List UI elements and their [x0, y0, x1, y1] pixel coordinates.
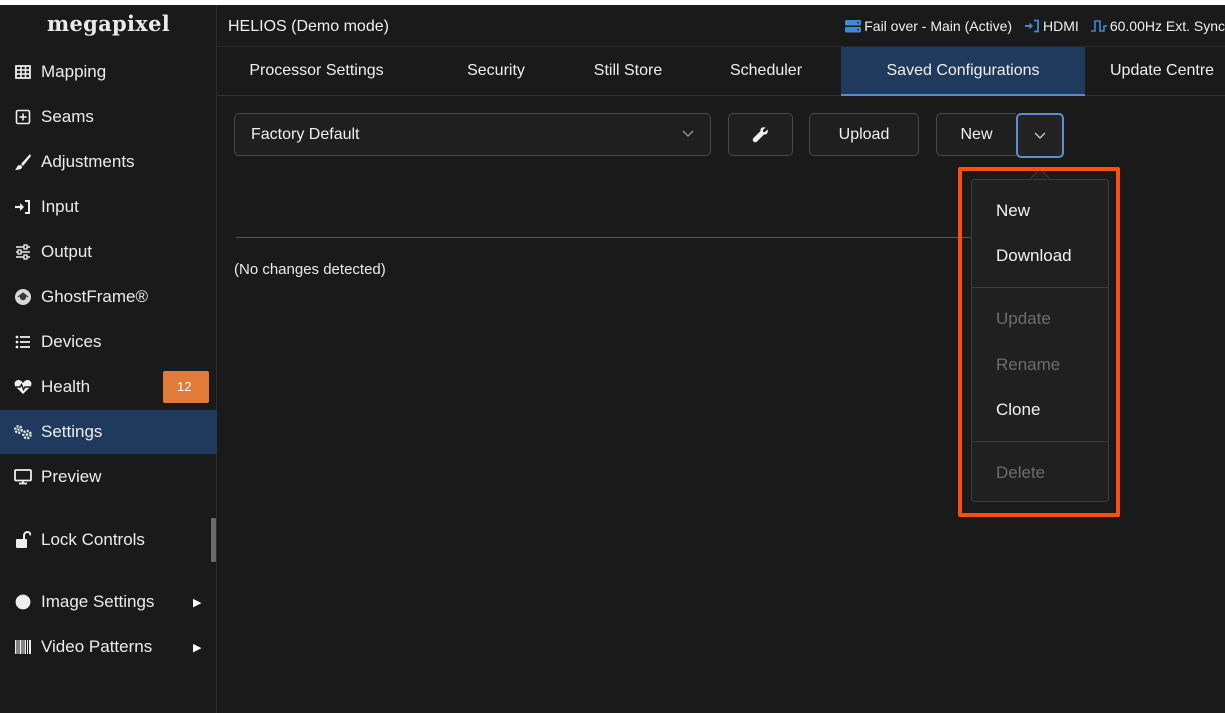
failover-status: Fail over - Main (Active) [864, 18, 1013, 34]
sidebar-item-label: Input [41, 197, 79, 216]
sidebar-item-label: Image Settings [41, 592, 155, 611]
new-dropdown-toggle[interactable] [1016, 113, 1064, 158]
sidebar-item-label: Lock Controls [41, 530, 145, 549]
configuration-select-value: Factory Default [251, 126, 360, 143]
sidebar-item-image-settings[interactable]: Image Settings ▶ [0, 580, 217, 624]
server-icon [845, 19, 862, 33]
sidebar-item-health[interactable]: Health 12 [0, 365, 217, 409]
contrast-icon [13, 592, 33, 612]
sidebar-item-lock-controls[interactable]: Lock Controls [0, 518, 217, 562]
tab-still-store[interactable]: Still Store [573, 47, 683, 96]
heartbeat-icon [13, 377, 33, 397]
wrench-icon [752, 114, 769, 155]
app-window: megapixel Mapping Seams Adjustments Inpu… [0, 5, 1225, 713]
sidebar-item-adjustments[interactable]: Adjustments [0, 140, 217, 184]
sidebar-scrollbar[interactable] [211, 518, 216, 562]
sidebar-item-label: Adjustments [41, 152, 135, 171]
tab-processor-settings[interactable]: Processor Settings [228, 47, 405, 96]
sliders-icon [13, 242, 33, 262]
sidebar-item-input[interactable]: Input [0, 185, 217, 229]
sidebar-item-preview[interactable]: Preview [0, 455, 217, 499]
grid-icon [13, 62, 33, 82]
health-badge: 12 [163, 371, 209, 403]
upload-button[interactable]: Upload [809, 113, 919, 156]
status-bar: Fail over - Main (Active) HDMI 60.00Hz E… [845, 18, 1225, 34]
cogs-icon [13, 422, 33, 442]
sync-status: 60.00Hz Ext. Sync [1109, 18, 1225, 34]
highlight-box [958, 167, 1120, 517]
sidebar-item-devices[interactable]: Devices [0, 320, 217, 364]
brush-icon [13, 152, 33, 172]
monitor-icon [13, 467, 33, 487]
caret-right-icon: ▶ [193, 641, 202, 654]
header: HELIOS (Demo mode) Fail over - Main (Act… [217, 5, 1225, 47]
tab-security[interactable]: Security [448, 47, 544, 96]
sidebar-item-label: GhostFrame® [41, 287, 148, 306]
configuration-select[interactable]: Factory Default [234, 113, 711, 156]
sidebar-item-ghostframe[interactable]: GhostFrame® [0, 275, 217, 319]
tab-saved-configurations[interactable]: Saved Configurations [841, 47, 1085, 96]
divider [236, 237, 996, 238]
caret-right-icon: ▶ [193, 596, 202, 609]
sidebar-item-settings[interactable]: Settings [0, 410, 217, 454]
sidebar-item-label: Settings [41, 422, 103, 441]
sign-in-icon [13, 197, 33, 217]
changes-status-text: (No changes detected) [234, 261, 386, 278]
unlock-icon [13, 530, 33, 550]
sidebar-item-mapping[interactable]: Mapping [0, 50, 217, 94]
sidebar: megapixel Mapping Seams Adjustments Inpu… [0, 5, 217, 713]
new-button[interactable]: New [936, 113, 1016, 156]
sidebar-item-label: Devices [41, 332, 102, 351]
sync-wave-icon [1090, 19, 1107, 33]
tab-update-centre[interactable]: Update Centre [1097, 47, 1225, 96]
sign-in-icon [1024, 19, 1040, 33]
sidebar-item-label: Video Patterns [41, 637, 153, 656]
sidebar-item-video-patterns[interactable]: Video Patterns ▶ [0, 625, 217, 669]
sidebar-item-label: Preview [41, 467, 102, 486]
sidebar-item-output[interactable]: Output [0, 230, 217, 274]
chevron-down-icon [682, 114, 694, 155]
sidebar-item-label: Seams [41, 107, 94, 126]
plus-square-icon [13, 107, 33, 127]
ghostframe-icon [13, 287, 33, 307]
sidebar-item-seams[interactable]: Seams [0, 95, 217, 139]
tools-button[interactable] [728, 113, 793, 156]
chevron-down-icon [1034, 132, 1046, 140]
sidebar-item-label: Output [41, 242, 93, 261]
sidebar-item-label: Health [41, 377, 91, 396]
logo: megapixel [46, 11, 171, 36]
barcode-icon [13, 637, 33, 657]
app-title: HELIOS (Demo mode) [228, 18, 389, 35]
tab-bar: Processor Settings Security Still Store … [217, 47, 1225, 96]
tab-scheduler[interactable]: Scheduler [707, 47, 825, 96]
sidebar-item-label: Mapping [41, 62, 107, 81]
list-icon [13, 332, 33, 352]
input-status: HDMI [1043, 18, 1079, 34]
